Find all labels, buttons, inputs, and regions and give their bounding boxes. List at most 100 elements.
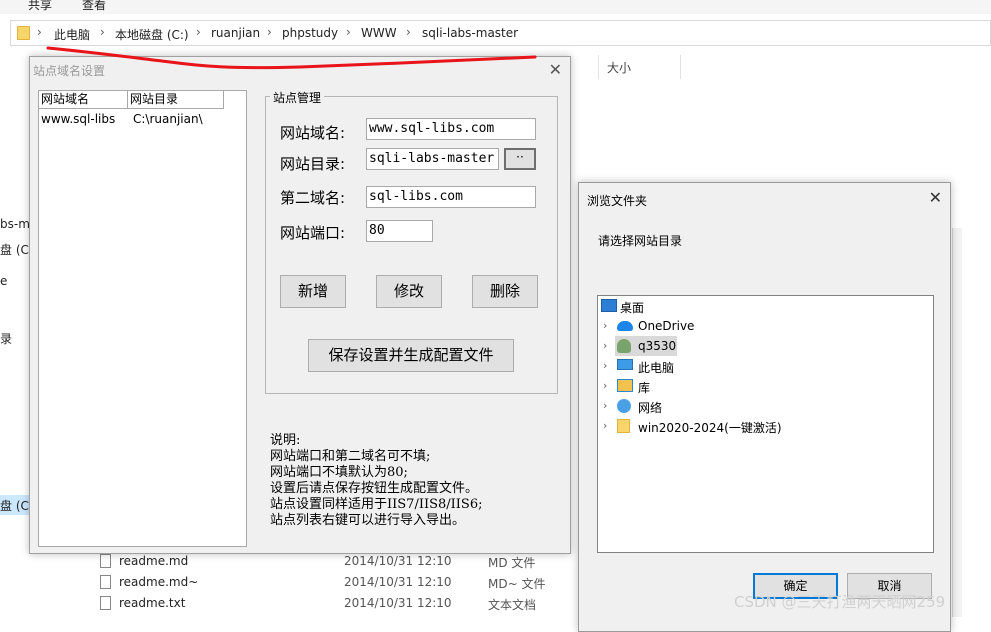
user-icon: [617, 339, 631, 353]
tree-item-label: OneDrive: [638, 319, 695, 333]
tree-item-onedrive[interactable]: › OneDrive: [598, 316, 933, 336]
ribbon-tab-share[interactable]: 共享: [28, 0, 52, 13]
nav-pane-item[interactable]: e: [0, 274, 7, 288]
tree-item-folder[interactable]: › win2020-2024(一键激活): [598, 416, 933, 436]
file-type: MD 文件: [488, 556, 536, 570]
folder-tree[interactable]: 桌面 › OneDrive › q3530 › 此电脑 › 库 › 网络 › w…: [597, 295, 934, 553]
chevron-right-icon: ›: [406, 25, 411, 39]
nav-pane-item[interactable]: 录: [0, 330, 12, 347]
tree-item-desktop[interactable]: 桌面: [598, 296, 933, 316]
tree-item-label: 网络: [638, 401, 663, 415]
dialog-title: 站点域名设置: [33, 64, 106, 78]
tree-item-library[interactable]: › 库: [598, 376, 933, 396]
library-icon: [617, 379, 633, 392]
chevron-right-icon: ›: [196, 25, 201, 39]
browse-folder-dialog: 浏览文件夹 ✕ 请选择网站目录 桌面 › OneDrive › q3530 › …: [578, 182, 951, 632]
breadcrumb-phpstudy[interactable]: phpstudy: [282, 26, 338, 40]
modify-button[interactable]: 修改: [376, 275, 442, 308]
second-domain-label: 第二域名:: [280, 189, 346, 207]
tree-item-label: 桌面: [620, 301, 645, 315]
background-window-edge: [952, 228, 962, 617]
chevron-right-icon[interactable]: ›: [603, 419, 607, 432]
file-row[interactable]: readme.md~ 2014/10/31 12:10 MD~ 文件: [98, 573, 578, 593]
file-name: readme.md: [119, 554, 189, 568]
chevron-right-icon: ›: [100, 25, 105, 39]
site-settings-dialog: 站点域名设置 ✕ 网站域名 网站目录 www.sql-libs C:\ruanj…: [29, 56, 571, 554]
close-icon[interactable]: ✕: [929, 188, 942, 207]
tree-item-label: 此电脑: [638, 361, 675, 375]
dialog-prompt: 请选择网站目录: [598, 234, 683, 248]
tree-item-network[interactable]: › 网络: [598, 396, 933, 416]
file-name: readme.md~: [119, 575, 199, 589]
second-domain-input[interactable]: sql-libs.com: [366, 186, 536, 208]
note-line: 站点列表右键可以进行导入导出。: [270, 513, 466, 528]
chevron-right-icon: ›: [267, 25, 272, 39]
dir-input[interactable]: sqli-labs-master: [366, 148, 499, 170]
network-icon: [617, 399, 631, 413]
cloud-icon: [617, 321, 633, 331]
desktop-icon: [601, 299, 617, 312]
delete-button[interactable]: 删除: [472, 275, 538, 308]
close-icon[interactable]: ✕: [549, 60, 562, 79]
file-type: 文本文档: [488, 598, 537, 612]
column-header-size[interactable]: 大小: [607, 59, 631, 76]
file-name: readme.txt: [119, 596, 186, 610]
note-line: 设置后请点保存按钮生成配置文件。: [270, 481, 479, 496]
chevron-right-icon: ›: [37, 25, 42, 39]
browse-button[interactable]: ··: [504, 148, 536, 170]
site-list[interactable]: 网站域名 网站目录 www.sql-libs C:\ruanjian\: [38, 90, 247, 547]
file-row[interactable]: readme.txt 2014/10/31 12:10 文本文档: [98, 594, 578, 614]
column-divider: [598, 55, 599, 79]
column-divider: [680, 55, 681, 79]
note-line: 网站端口不填默认为80;: [270, 465, 408, 480]
tree-item-user[interactable]: › q3530: [598, 336, 933, 356]
tree-item-label: win2020-2024(一键激活): [638, 421, 782, 435]
dir-label: 网站目录:: [280, 155, 346, 173]
chevron-right-icon[interactable]: ›: [603, 399, 607, 412]
folder-icon: [17, 26, 30, 40]
file-icon: [100, 554, 111, 568]
tree-item-this-pc[interactable]: › 此电脑: [598, 356, 933, 376]
breadcrumb-this-pc[interactable]: 此电脑: [54, 26, 90, 43]
note-line: 网站端口和第二域名可不填;: [270, 449, 431, 464]
port-input[interactable]: 80: [366, 220, 433, 242]
note-line: 说明:: [270, 433, 301, 448]
breadcrumb-www[interactable]: WWW: [361, 26, 397, 40]
breadcrumb-ruanjian[interactable]: ruanjian: [211, 26, 260, 40]
watermark: CSDN @三天打渔两天晒网259: [734, 593, 946, 611]
chevron-right-icon: ›: [346, 25, 351, 39]
list-header-dir[interactable]: 网站目录: [128, 91, 224, 109]
group-title: 站点管理: [270, 89, 325, 106]
chevron-right-icon[interactable]: ›: [603, 319, 607, 332]
list-cell-dir: C:\ruanjian\: [133, 112, 203, 126]
breadcrumb-sqli-labs-master[interactable]: sqli-labs-master: [422, 26, 518, 40]
chevron-right-icon[interactable]: ›: [603, 359, 607, 372]
tree-item-label: 库: [638, 381, 651, 395]
list-cell-domain: www.sql-libs: [41, 112, 116, 126]
folder-icon: [617, 419, 630, 433]
port-label: 网站端口:: [280, 224, 346, 242]
save-config-button[interactable]: 保存设置并生成配置文件: [308, 339, 514, 372]
file-icon: [100, 596, 111, 610]
dialog-title: 浏览文件夹: [587, 194, 648, 208]
note-line: 站点设置同样适用于IIS7/IIS8/IIS6;: [270, 497, 483, 512]
domain-label: 网站域名:: [280, 124, 346, 142]
notes: 说明: 网站端口和第二域名可不填; 网站端口不填默认为80; 设置后请点保存按钮…: [270, 433, 482, 529]
tree-item-label: q3530: [638, 339, 677, 353]
computer-icon: [617, 359, 633, 370]
list-header-domain[interactable]: 网站域名: [39, 91, 128, 109]
ribbon-tab-view[interactable]: 查看: [82, 0, 106, 13]
domain-input[interactable]: www.sql-libs.com: [366, 118, 536, 140]
add-button[interactable]: 新增: [280, 275, 346, 308]
address-bar[interactable]: › 此电脑 › 本地磁盘 (C:) › ruanjian › phpstudy …: [10, 20, 991, 46]
file-date: 2014/10/31 12:10: [344, 575, 452, 589]
file-type: MD~ 文件: [488, 577, 546, 591]
breadcrumb-local-disk[interactable]: 本地磁盘 (C:): [115, 26, 189, 43]
file-date: 2014/10/31 12:10: [344, 596, 452, 610]
chevron-right-icon[interactable]: ›: [603, 379, 607, 392]
file-date: 2014/10/31 12:10: [344, 554, 452, 568]
file-icon: [100, 575, 111, 589]
chevron-right-icon[interactable]: ›: [603, 339, 607, 352]
file-row[interactable]: readme.md 2014/10/31 12:10 MD 文件: [98, 552, 578, 572]
ribbon: 共享 查看: [0, 0, 991, 14]
